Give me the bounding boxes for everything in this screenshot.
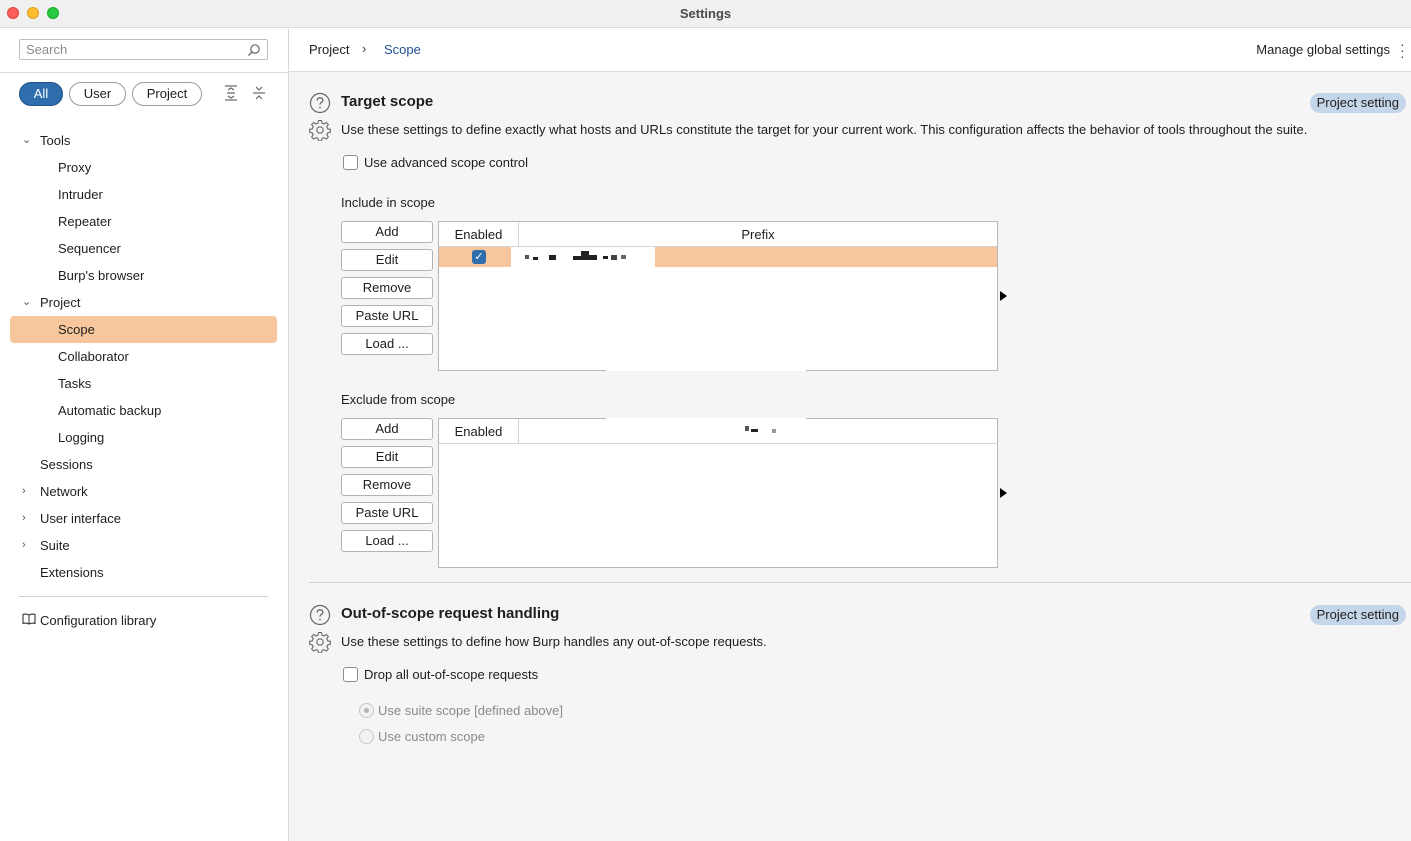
- tree-item-tools[interactable]: ⌄ Tools: [10, 127, 277, 154]
- tree-item-logging[interactable]: Logging: [10, 424, 277, 451]
- custom-scope-radio-row[interactable]: Use custom scope: [359, 729, 485, 744]
- suite-scope-radio[interactable]: [359, 703, 374, 718]
- exclude-remove-button[interactable]: Remove: [341, 474, 433, 496]
- breadcrumb-scope[interactable]: Scope: [384, 42, 421, 57]
- chevron-down-icon[interactable]: ⌄: [22, 289, 34, 316]
- tree-item-sessions[interactable]: Sessions: [10, 451, 277, 478]
- tree-item-collaborator[interactable]: Collaborator: [10, 343, 277, 370]
- title-bar: Settings: [0, 0, 1411, 28]
- help-icon[interactable]: [309, 604, 331, 626]
- search-icon[interactable]: [247, 43, 261, 57]
- tree-item-project[interactable]: ⌄ Project: [10, 289, 277, 316]
- manage-global-settings-link[interactable]: Manage global settings: [1256, 42, 1390, 57]
- tree-item-user-interface[interactable]: › User interface: [10, 505, 277, 532]
- include-load-button[interactable]: Load ...: [341, 333, 433, 355]
- chevron-down-icon[interactable]: ⌄: [22, 127, 34, 154]
- breadcrumb: Project › Scope Manage global settings ·…: [289, 29, 1411, 72]
- include-remove-button[interactable]: Remove: [341, 277, 433, 299]
- exclude-add-button[interactable]: Add: [341, 418, 433, 440]
- configuration-library-link[interactable]: Configuration library: [22, 613, 156, 628]
- exclude-from-scope-label: Exclude from scope: [341, 392, 456, 407]
- drop-requests-checkbox-row[interactable]: Drop all out-of-scope requests: [343, 667, 538, 682]
- expand-table-arrow-icon[interactable]: [1000, 291, 1007, 301]
- drop-requests-checkbox[interactable]: [343, 667, 358, 682]
- collapse-all-icon[interactable]: [250, 84, 268, 102]
- tree-item-sequencer[interactable]: Sequencer: [10, 235, 277, 262]
- tree-item-network[interactable]: › Network: [10, 478, 277, 505]
- include-in-scope-label: Include in scope: [341, 195, 435, 210]
- table-row[interactable]: ✓: [439, 247, 997, 267]
- tree-item-burps-browser[interactable]: Burp's browser: [10, 262, 277, 289]
- include-scope-table[interactable]: Enabled Prefix ✓: [438, 221, 998, 371]
- tree-item-intruder[interactable]: Intruder: [10, 181, 277, 208]
- filter-project-button[interactable]: Project: [132, 82, 202, 106]
- column-header-enabled[interactable]: Enabled: [439, 222, 519, 247]
- more-options-icon[interactable]: · · ·: [1400, 37, 1405, 63]
- include-add-button[interactable]: Add: [341, 221, 433, 243]
- breadcrumb-project[interactable]: Project: [309, 42, 349, 57]
- gear-icon[interactable]: [309, 631, 331, 653]
- exclude-scope-table[interactable]: Enabled: [438, 418, 998, 568]
- tree-item-extensions[interactable]: Extensions: [10, 559, 277, 586]
- filter-all-button[interactable]: All: [19, 82, 63, 106]
- chevron-right-icon[interactable]: ›: [22, 505, 34, 532]
- project-setting-badge: Project setting: [1309, 93, 1406, 113]
- include-edit-button[interactable]: Edit: [341, 249, 433, 271]
- redaction-patch: [606, 362, 806, 371]
- include-paste-url-button[interactable]: Paste URL: [341, 305, 433, 327]
- redacted-prefix: [511, 247, 655, 267]
- settings-main-panel: Project › Scope Manage global settings ·…: [289, 29, 1411, 841]
- exclude-edit-button[interactable]: Edit: [341, 446, 433, 468]
- row-enabled-checkbox[interactable]: ✓: [472, 250, 486, 264]
- chevron-right-icon[interactable]: ›: [22, 478, 34, 505]
- settings-sidebar: All User Project ⌄Tools Proxy Intruder R…: [0, 29, 289, 841]
- suite-scope-radio-row[interactable]: Use suite scope [defined above]: [359, 703, 563, 718]
- tree-item-proxy[interactable]: Proxy: [10, 154, 277, 181]
- advanced-scope-checkbox[interactable]: [343, 155, 358, 170]
- search-input[interactable]: [20, 40, 235, 59]
- sidebar-divider: [0, 72, 288, 73]
- window-title: Settings: [679, 6, 732, 21]
- tree-item-automatic-backup[interactable]: Automatic backup: [10, 397, 277, 424]
- section-divider: [309, 582, 1411, 583]
- help-icon[interactable]: [309, 92, 331, 114]
- tree-item-scope[interactable]: Scope: [10, 316, 277, 343]
- target-scope-description: Use these settings to define exactly wha…: [341, 122, 1308, 137]
- chevron-right-icon: ›: [362, 41, 367, 56]
- expand-table-arrow-icon[interactable]: [1000, 488, 1007, 498]
- expand-all-icon[interactable]: [222, 84, 240, 102]
- section-title-target-scope: Target scope: [341, 93, 434, 110]
- column-header-enabled[interactable]: Enabled: [439, 419, 519, 444]
- book-icon: [22, 613, 36, 625]
- tree-item-tasks[interactable]: Tasks: [10, 370, 277, 397]
- tree-item-repeater[interactable]: Repeater: [10, 208, 277, 235]
- settings-tree: ⌄ Tools Proxy Intruder Repeater Sequencer…: [10, 127, 277, 586]
- redacted-prefix-header: [606, 418, 806, 443]
- advanced-scope-checkbox-row[interactable]: Use advanced scope control: [343, 155, 528, 170]
- gear-icon[interactable]: [309, 119, 331, 141]
- custom-scope-radio[interactable]: [359, 729, 374, 744]
- exclude-load-button[interactable]: Load ...: [341, 530, 433, 552]
- section-title-out-of-scope: Out-of-scope request handling: [341, 605, 560, 622]
- chevron-right-icon[interactable]: ›: [22, 532, 34, 559]
- out-of-scope-description: Use these settings to define how Burp ha…: [341, 634, 767, 649]
- tree-item-suite[interactable]: › Suite: [10, 532, 277, 559]
- project-setting-badge: Project setting: [1309, 605, 1406, 625]
- exclude-paste-url-button[interactable]: Paste URL: [341, 502, 433, 524]
- filter-user-button[interactable]: User: [69, 82, 126, 106]
- search-box: [19, 39, 268, 60]
- column-header-prefix[interactable]: Prefix: [519, 222, 997, 247]
- library-divider: [19, 596, 268, 597]
